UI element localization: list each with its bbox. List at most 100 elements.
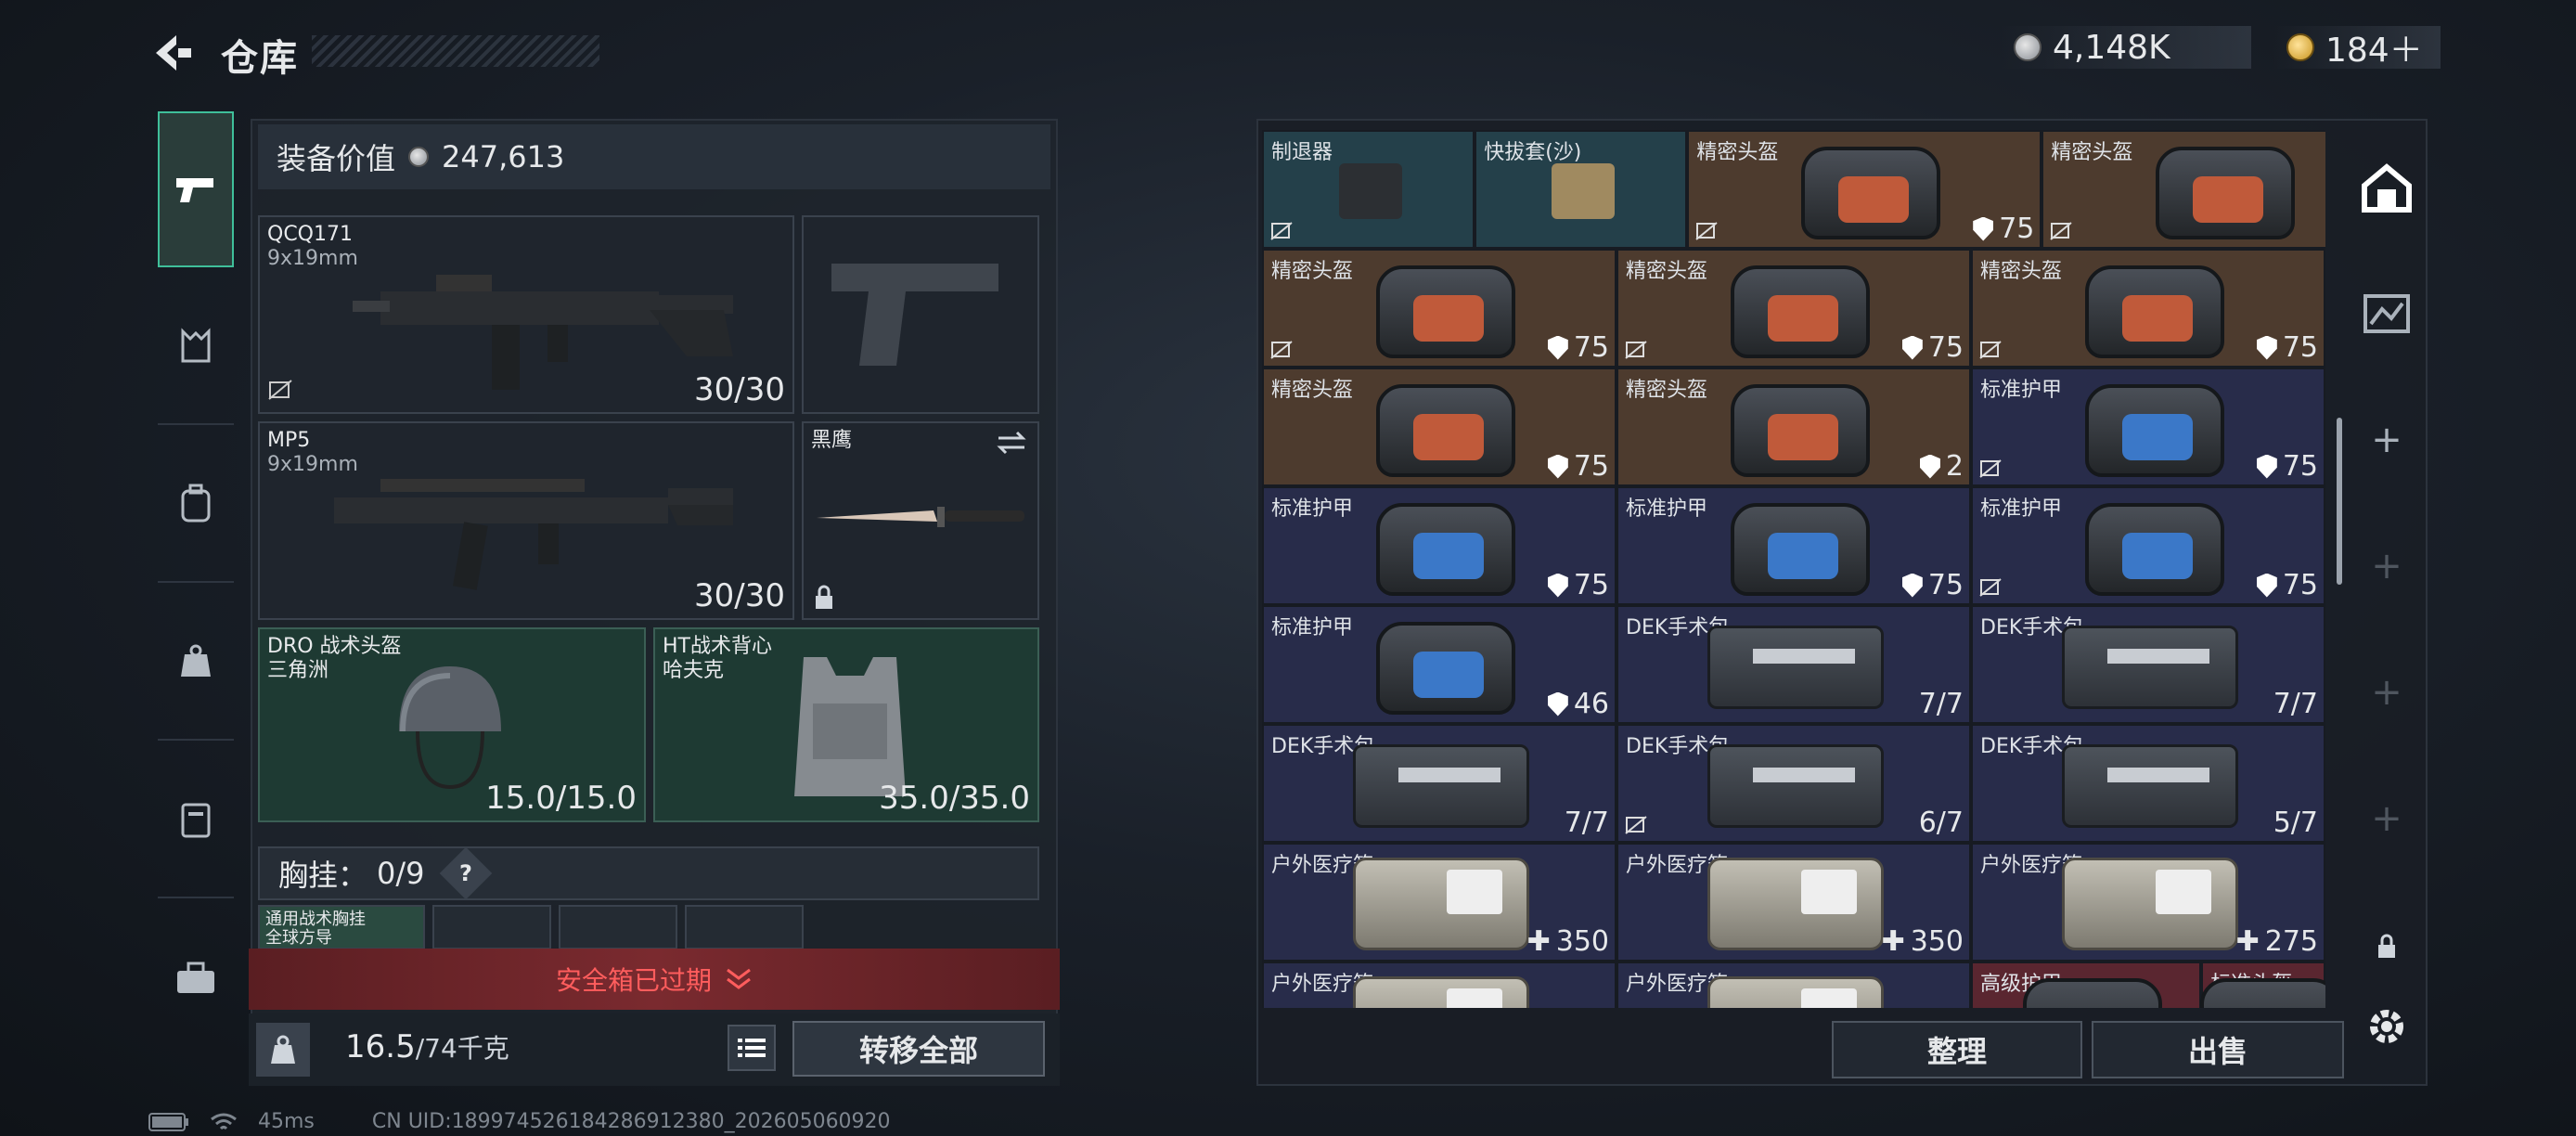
no-insurance-icon [1978, 577, 2003, 598]
stash-item[interactable]: 标准头盔 [2200, 962, 2325, 1008]
secondary-weapon-slot[interactable]: MP5 9x19mm 30/30 [258, 421, 794, 620]
stash-item[interactable]: DEK手术包 5/7 [1971, 724, 2325, 843]
sell-button[interactable]: 出售 [2092, 1021, 2344, 1078]
medical-box-icon [1353, 858, 1529, 950]
gold-currency[interactable]: 184＋ [2273, 26, 2441, 70]
shield-icon [1547, 454, 1568, 479]
armor-icon [2085, 384, 2224, 477]
add-stash-button[interactable]: + [2359, 538, 2415, 594]
tab-containers[interactable] [158, 742, 234, 898]
stash-item[interactable]: 精密头盔75 [1687, 130, 2042, 249]
stash-tab-main[interactable] [2359, 160, 2415, 215]
helmet-slot[interactable]: DRO 战术头盔 三角洲 15.0/15.0 [258, 627, 646, 822]
add-stash-button[interactable]: + [2359, 412, 2415, 468]
help-icon[interactable]: ? [439, 846, 492, 900]
stash-item[interactable]: DEK手术包 6/7 [1616, 724, 1971, 843]
stash-item[interactable]: 精密头盔 2 [1616, 368, 1971, 486]
stash-item[interactable]: 标准护甲 75 [1262, 486, 1616, 605]
stash-item[interactable]: DEK手术包 7/7 [1262, 724, 1616, 843]
transfer-all-button[interactable]: 转移全部 [792, 1021, 1045, 1077]
swap-icon[interactable] [995, 429, 1028, 457]
stash-item[interactable]: 精密头盔75 [1971, 249, 2325, 368]
armor-name: HT战术背心 [663, 635, 772, 658]
stash-tab-secondary[interactable] [2359, 286, 2415, 342]
helmet-icon [1376, 265, 1515, 358]
surgery-kit-icon [2062, 626, 2238, 709]
settings-button[interactable] [2359, 999, 2415, 1054]
status-footer: 45ms CN UID:1899745261842869123​80_20260… [148, 1110, 891, 1133]
stash-item[interactable]: 户外医疗箱 ✚ 350 [1616, 843, 1971, 962]
stash-item[interactable]: 高级护甲 [1971, 962, 2202, 1008]
helmet-icon [2085, 265, 2224, 358]
stash-item[interactable]: 精密头盔75 [1616, 249, 1971, 368]
shield-icon [2256, 573, 2277, 598]
stash-item-value-text: 350 [1555, 925, 1609, 958]
no-insurance-icon [1269, 221, 1294, 241]
stash-item[interactable]: 户外医疗箱 [1616, 962, 1971, 1008]
stash-item[interactable]: 快拔套(沙) [1475, 130, 1688, 249]
chest-slot[interactable] [685, 905, 804, 949]
tab-bags[interactable] [158, 585, 234, 741]
no-insurance-icon [267, 379, 293, 405]
stash-item[interactable]: 户外医疗箱 ✚ 275 [1971, 843, 2325, 962]
no-insurance-icon [1624, 340, 1648, 360]
shield-icon [1973, 216, 1994, 241]
stash-item[interactable]: 制退器 [1262, 130, 1475, 249]
bag-icon [181, 644, 211, 677]
lock-icon [2378, 934, 2395, 958]
no-insurance-icon [1694, 221, 1719, 241]
stash-item[interactable]: DEK手术包 7/7 [1971, 605, 2325, 724]
plus-icon: + [2371, 797, 2402, 840]
plus-icon: + [2371, 671, 2402, 714]
chest-rig-item[interactable]: 通用战术胸挂 全球方导 [258, 905, 425, 949]
medical-box-icon [1707, 976, 1884, 1008]
add-stash-button[interactable]: + [2359, 791, 2415, 846]
lock-stash-button[interactable] [2359, 919, 2415, 975]
stash-item-value-text: 275 [2264, 925, 2318, 958]
pistol-slot[interactable] [802, 215, 1039, 414]
stash-scrollbar[interactable] [2337, 418, 2342, 585]
heal-icon: ✚ [1526, 925, 1551, 958]
stash-item[interactable]: 标准护甲 75 [1616, 486, 1971, 605]
surgery-kit-icon [1353, 744, 1529, 828]
backpack-icon [181, 484, 211, 523]
stash-item[interactable]: DEK手术包 7/7 [1616, 605, 1971, 724]
armor-icon [1376, 503, 1515, 596]
back-arrow-icon[interactable] [148, 30, 195, 76]
stash-item[interactable]: 标准护甲 75 [1971, 486, 2325, 605]
stash-item[interactable]: 精密头盔75 [1262, 249, 1616, 368]
tab-tools[interactable] [158, 900, 234, 1056]
safe-box-warning[interactable]: 安全箱已过期 [249, 949, 1060, 1010]
no-insurance-icon [2049, 221, 2073, 241]
stash-item-value: ✚ 275 [2236, 925, 2318, 958]
stash-item-value: 6/7 [1919, 807, 1964, 839]
chest-rig-bar[interactable]: 胸挂： 0/9 ? [258, 846, 1039, 900]
chest-slot[interactable] [559, 905, 677, 949]
tab-vests[interactable] [158, 269, 234, 425]
stash-item-name: 标准护甲 [1271, 497, 1354, 521]
silver-amount: 4,148K [2053, 28, 2170, 67]
stash-item[interactable]: 户外医疗箱 [1262, 962, 1616, 1008]
armor-slot[interactable]: HT战术背心 哈夫克 35.0/35.0 [653, 627, 1039, 822]
primary-weapon-slot[interactable]: QCQ171 9x19mm 30/30 [258, 215, 794, 414]
medical-box-icon [1707, 858, 1884, 950]
stash-item[interactable]: 精密头盔75 [2041, 130, 2325, 249]
list-icon [738, 1039, 766, 1057]
tab-backpacks[interactable] [158, 427, 234, 583]
shield-icon [1547, 335, 1568, 360]
armor-icon [1376, 622, 1515, 715]
medical-box-icon [2062, 858, 2238, 950]
helmet-icon [2200, 978, 2325, 1008]
stash-item[interactable]: 户外医疗箱 ✚ 350 [1262, 843, 1616, 962]
tab-weapons[interactable] [158, 111, 234, 267]
stash-item[interactable]: 精密头盔75 [1262, 368, 1616, 486]
silver-currency[interactable]: 4,148K [2001, 26, 2251, 69]
add-stash-button[interactable]: + [2359, 665, 2415, 720]
sort-button[interactable]: 整理 [1832, 1021, 2082, 1078]
chest-slot[interactable] [432, 905, 551, 949]
user-uid: CN UID:1899745261842869123​80_2026050609… [371, 1110, 891, 1133]
list-view-button[interactable] [728, 1025, 776, 1071]
stash-item[interactable]: 标准护甲 46 [1262, 605, 1616, 724]
stash-item[interactable]: 标准护甲 75 [1971, 368, 2325, 486]
melee-slot[interactable]: 黑鹰 [802, 421, 1039, 620]
